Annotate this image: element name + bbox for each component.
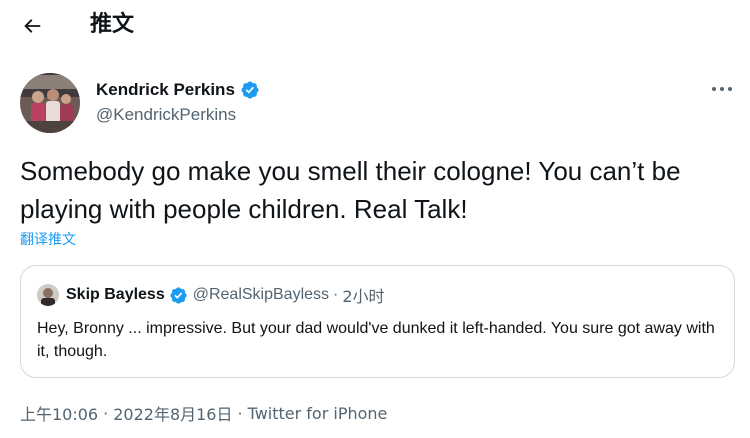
quoted-author-handle: @RealSkipBayless [192, 286, 330, 303]
more-options-button[interactable] [704, 76, 740, 102]
verified-badge-icon [170, 286, 187, 304]
tweet-source[interactable]: Twitter for iPhone [248, 404, 388, 423]
more-horizontal-icon [712, 87, 732, 91]
tweet-time[interactable]: 上午10:06 [20, 401, 98, 425]
author-handle[interactable]: @KendrickPerkins [96, 105, 236, 125]
quoted-tweet[interactable]: Skip Bayless @RealSkipBayless · 2小时 Hey,… [20, 265, 735, 378]
quoted-time: 2小时 [342, 287, 385, 306]
quoted-separator: · [333, 286, 339, 303]
meta-separator: · [237, 403, 243, 423]
back-button[interactable] [14, 8, 50, 44]
quoted-header: Skip Bayless @RealSkipBayless · 2小时 [66, 284, 385, 306]
tweet-date[interactable]: 2022年8月16日 [113, 401, 232, 425]
page-header: 推文 [0, 0, 750, 52]
tweet-meta: 上午10:06 · 2022年8月16日 · Twitter for iPhon… [20, 401, 387, 425]
arrow-left-icon [24, 19, 41, 33]
translate-tweet-link[interactable]: 翻译推文 [20, 229, 76, 249]
quoted-author-name: Skip Bayless [66, 286, 165, 303]
author-avatar[interactable] [20, 73, 80, 133]
quoted-text: Hey, Bronny ... impressive. But your dad… [37, 320, 715, 360]
author-display-name[interactable]: Kendrick Perkins [96, 80, 235, 100]
tweet-text: Somebody go make you smell their cologne… [20, 156, 681, 224]
quoted-author-avatar [37, 284, 59, 306]
author-name-row: Kendrick Perkins [96, 79, 260, 101]
verified-badge-icon [241, 81, 259, 99]
meta-separator: · [103, 403, 109, 423]
page-title: 推文 [90, 12, 135, 37]
